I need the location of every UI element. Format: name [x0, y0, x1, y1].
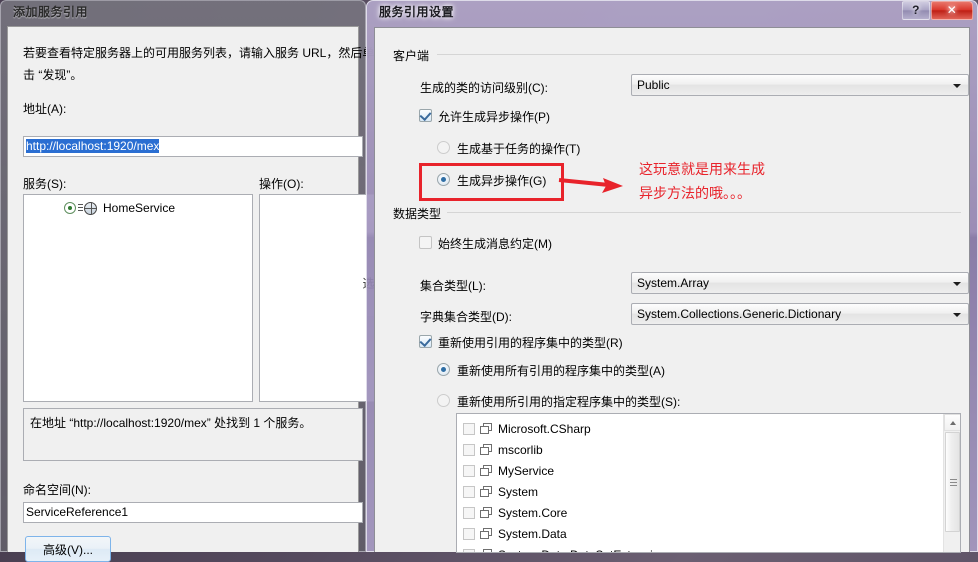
- task-based-radio[interactable]: [437, 141, 450, 154]
- assembly-icon: [480, 464, 493, 477]
- add-service-dialog-title: 添加服务引用: [13, 5, 89, 19]
- status-text: 在地址 “http://localhost:1920/mex” 处找到 1 个服…: [30, 416, 312, 430]
- assembly-checkbox[interactable]: [463, 548, 475, 552]
- service-tree-item-homeservice[interactable]: HomeService: [64, 201, 175, 215]
- assembly-list-item[interactable]: System.Core: [463, 502, 567, 523]
- address-input[interactable]: http://localhost:1920/mex: [23, 136, 363, 157]
- scrollbar-thumb[interactable]: [945, 432, 960, 532]
- allow-async-label: 允许生成异步操作(P): [438, 110, 550, 124]
- reuse-all-radio[interactable]: [437, 363, 450, 376]
- chevron-down-icon: [953, 282, 961, 286]
- reuse-specified-label: 重新使用所引用的指定程序集中的类型(S):: [457, 395, 681, 409]
- assembly-checkbox[interactable]: [463, 506, 475, 519]
- collection-type-label: 集合类型(L):: [420, 279, 487, 293]
- check-icon: [419, 108, 432, 122]
- client-group-divider: [437, 54, 961, 55]
- assembly-checkbox[interactable]: [463, 422, 475, 435]
- assembly-list-item[interactable]: mscorlib: [463, 439, 543, 460]
- data-type-group-legend: 数据类型: [393, 205, 448, 222]
- allow-async-checkbox[interactable]: [419, 108, 432, 122]
- assembly-checkbox[interactable]: [463, 527, 475, 540]
- assembly-name: System.Core: [498, 505, 568, 520]
- data-type-group-divider: [437, 212, 961, 213]
- service-reference-settings-dialog: 服务引用设置 ? ✕ 客户端 生成的类的访问级别(C): Public 允许生成…: [366, 0, 978, 553]
- tree-connector-icon: [78, 203, 83, 213]
- reuse-specified-radio[interactable]: [437, 394, 450, 407]
- access-level-label: 生成的类的访问级别(C):: [420, 81, 548, 95]
- reuse-types-checkbox[interactable]: [419, 334, 432, 348]
- assembly-checkbox[interactable]: [463, 443, 475, 456]
- annotation-highlight-box: [419, 163, 564, 201]
- caption-buttons: ? ✕: [901, 1, 973, 20]
- assemblies-listbox[interactable]: Microsoft.CSharp mscorlib MyService System S…: [456, 413, 961, 553]
- settings-dialog-titlebar[interactable]: 服务引用设置 ? ✕: [366, 0, 978, 25]
- assembly-name: Microsoft.CSharp: [498, 421, 591, 436]
- assembly-icon: [480, 485, 493, 498]
- address-label: 地址(A):: [23, 102, 67, 116]
- assembly-list-item[interactable]: MyService: [463, 460, 554, 481]
- collection-type-value: System.Array: [637, 276, 710, 290]
- chevron-down-icon: [953, 313, 961, 317]
- annotation-arrow-icon: [558, 178, 623, 193]
- access-level-value: Public: [637, 78, 670, 92]
- scroll-up-button[interactable]: [944, 414, 960, 431]
- assembly-checkbox[interactable]: [463, 485, 475, 498]
- scrollbar-grip-icon: [950, 479, 957, 486]
- service-selected-radio-icon: [64, 202, 76, 214]
- check-icon: [419, 334, 432, 348]
- assembly-list-item[interactable]: System: [463, 481, 538, 502]
- help-icon[interactable]: ?: [902, 1, 930, 20]
- instruction-line-2: 击 “发现”。: [23, 68, 83, 82]
- chevron-down-icon: [953, 84, 961, 88]
- client-group-legend: 客户端: [393, 47, 436, 64]
- settings-dialog-body: 客户端 生成的类的访问级别(C): Public 允许生成异步操作(P) 生成基…: [374, 27, 970, 553]
- always-message-contracts-label: 始终生成消息约定(M): [438, 237, 552, 251]
- radio-dot-icon: [441, 367, 446, 372]
- assembly-name: System: [498, 484, 539, 499]
- services-label: 服务(S):: [23, 177, 67, 191]
- assembly-icon: [480, 422, 493, 435]
- assembly-name: System.Data: [498, 526, 567, 541]
- collection-type-combobox[interactable]: System.Array: [631, 272, 969, 294]
- annotation-line-1: 这玩意就是用来生成: [639, 162, 765, 178]
- assembly-checkbox[interactable]: [463, 464, 475, 477]
- assembly-icon: [480, 506, 493, 519]
- reuse-types-label: 重新使用引用的程序集中的类型(R): [438, 336, 623, 350]
- operations-label: 操作(O):: [259, 177, 304, 191]
- namespace-label: 命名空间(N):: [23, 483, 91, 497]
- address-input-value: http://localhost:1920/mex: [26, 139, 160, 153]
- close-icon[interactable]: ✕: [931, 1, 973, 20]
- add-service-reference-dialog: 添加服务引用 若要查看特定服务器上的可用服务列表，请输入服务 URL，然后单 击…: [0, 0, 377, 562]
- status-panel: 在地址 “http://localhost:1920/mex” 处找到 1 个服…: [23, 408, 363, 461]
- assembly-name: System.Data.DataSetExtensions: [498, 548, 672, 553]
- assembly-list-item[interactable]: System.Data: [463, 523, 567, 544]
- operations-listbox[interactable]: [259, 194, 377, 402]
- assembly-list-item[interactable]: Microsoft.CSharp: [463, 418, 591, 439]
- dictionary-type-label: 字典集合类型(D):: [420, 310, 512, 324]
- access-level-combobox[interactable]: Public: [631, 74, 969, 96]
- service-name: HomeService: [103, 201, 176, 215]
- services-listbox[interactable]: HomeService: [23, 194, 253, 402]
- assemblies-scrollbar[interactable]: [943, 414, 960, 552]
- reuse-all-label: 重新使用所有引用的程序集中的类型(A): [457, 364, 665, 378]
- dictionary-type-value: System.Collections.Generic.Dictionary: [637, 307, 842, 321]
- settings-dialog-title: 服务引用设置: [379, 5, 455, 19]
- dictionary-type-combobox[interactable]: System.Collections.Generic.Dictionary: [631, 303, 969, 325]
- annotation-line-2: 异步方法的哦。。。: [639, 186, 751, 202]
- assembly-icon: [480, 443, 493, 456]
- add-service-dialog-body: 若要查看特定服务器上的可用服务列表，请输入服务 URL，然后单 击 “发现”。 …: [7, 26, 377, 562]
- assembly-name: mscorlib: [498, 442, 543, 457]
- advanced-button[interactable]: 高级(V)...: [25, 536, 111, 562]
- add-service-dialog-titlebar[interactable]: 添加服务引用: [0, 0, 366, 25]
- globe-icon: [84, 201, 97, 215]
- assembly-icon: [480, 527, 493, 540]
- assembly-icon: [480, 548, 493, 552]
- namespace-input-value: ServiceReference1: [26, 505, 129, 519]
- always-message-contracts-checkbox[interactable]: [419, 236, 432, 249]
- namespace-input[interactable]: ServiceReference1: [23, 502, 363, 523]
- assembly-name: MyService: [498, 463, 555, 478]
- instruction-line-1: 若要查看特定服务器上的可用服务列表，请输入服务 URL，然后单: [23, 46, 375, 60]
- task-based-label: 生成基于任务的操作(T): [457, 142, 581, 156]
